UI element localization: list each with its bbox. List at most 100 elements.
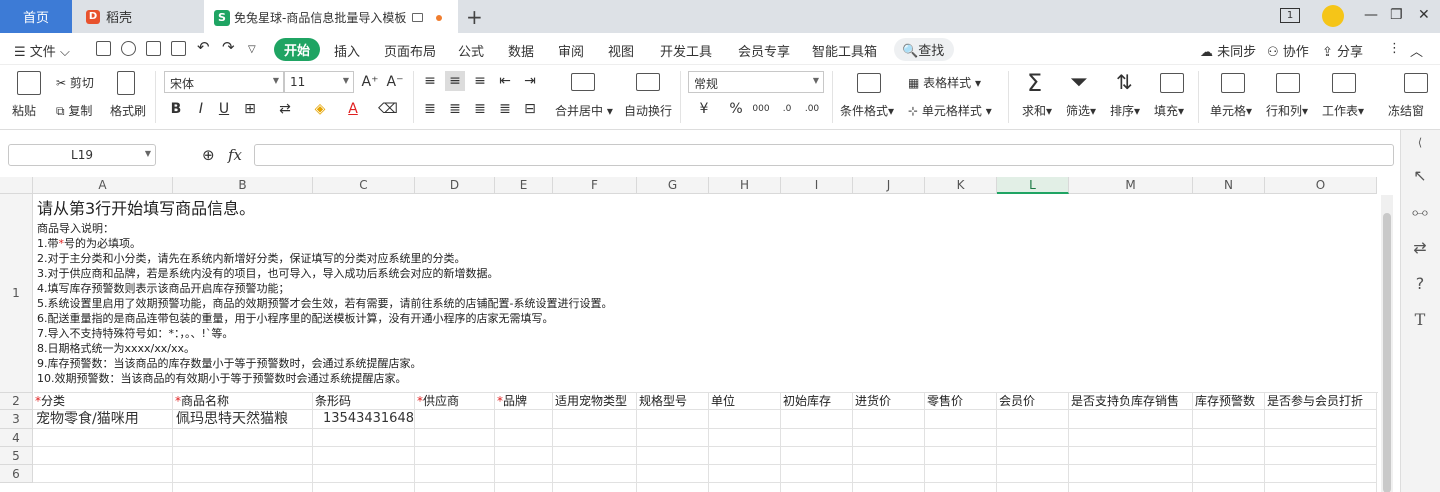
align-center-icon[interactable]: ≣ — [445, 99, 465, 119]
collapse-panel-icon[interactable]: ⟨ — [1411, 136, 1429, 154]
sum-icon[interactable]: Σ — [1027, 69, 1042, 97]
cell-A3[interactable]: 宠物零食/猫咪用 — [33, 410, 173, 429]
cell-K4[interactable] — [925, 429, 997, 447]
cell-O4[interactable] — [1265, 429, 1377, 447]
cell-O5[interactable] — [1265, 447, 1377, 465]
table-style-button[interactable]: ▦ 表格样式 ▾ — [908, 74, 981, 91]
row-col-icon[interactable] — [1276, 73, 1300, 93]
font-size-select[interactable]: 11 ▼ — [284, 71, 354, 93]
cell-J3[interactable] — [853, 410, 925, 429]
cell-J7[interactable] — [853, 483, 925, 492]
name-box[interactable]: L19 ▼ — [8, 144, 156, 166]
increase-indent-icon[interactable]: ⇥ — [520, 71, 540, 91]
menu-view[interactable]: 视图 — [608, 41, 634, 60]
cell-B6[interactable] — [173, 465, 313, 483]
cell-E4[interactable] — [495, 429, 553, 447]
header-cell-K[interactable]: 零售价 — [925, 393, 997, 410]
cell-M4[interactable] — [1069, 429, 1193, 447]
distribute-icon[interactable]: ⊟ — [520, 99, 540, 119]
cell-I7[interactable] — [781, 483, 853, 492]
cell-M6[interactable] — [1069, 465, 1193, 483]
more-icon[interactable]: ⋮ — [1388, 41, 1401, 56]
col-header-I[interactable]: I — [781, 177, 853, 194]
header-cell-G[interactable]: 规格型号 — [637, 393, 709, 410]
cell-B4[interactable] — [173, 429, 313, 447]
row-col-button[interactable]: 行和列▾ — [1266, 102, 1308, 119]
search-button[interactable]: 🔍查找 — [894, 38, 955, 61]
fill-button[interactable]: 填充▾ — [1154, 102, 1184, 119]
redo-icon[interactable]: ↷ — [222, 38, 235, 56]
worksheet-button[interactable]: 工作表▾ — [1322, 102, 1364, 119]
cell-B7[interactable] — [173, 483, 313, 492]
cell-button[interactable]: 单元格▾ — [1210, 102, 1252, 119]
thousands-icon[interactable]: 000 — [751, 99, 771, 119]
share-button[interactable]: ⇪ 分享 — [1322, 41, 1363, 60]
cell-M5[interactable] — [1069, 447, 1193, 465]
align-top-icon[interactable]: ≡ — [420, 71, 440, 91]
cell-B3[interactable]: 佩玛思特天然猫粮 — [173, 410, 313, 429]
cell-D5[interactable] — [415, 447, 495, 465]
cell-A7[interactable] — [33, 483, 173, 492]
sync-status[interactable]: ☁ 未同步 — [1200, 41, 1256, 60]
sum-button[interactable]: 求和▾ — [1022, 102, 1052, 119]
scrollbar-thumb[interactable] — [1383, 213, 1391, 492]
cell-C4[interactable] — [313, 429, 415, 447]
cell-D6[interactable] — [415, 465, 495, 483]
paste-button[interactable]: 粘贴 — [12, 102, 36, 119]
slider-settings-icon[interactable]: ⧟ — [1411, 202, 1429, 221]
restore-button[interactable]: ❐ — [1390, 7, 1403, 23]
header-cell-E[interactable]: *品牌 — [495, 393, 553, 410]
col-header-K[interactable]: K — [925, 177, 997, 194]
header-cell-I[interactable]: 初始库存 — [781, 393, 853, 410]
tab-docer[interactable]: D 稻壳 — [74, 0, 202, 33]
align-right-icon[interactable]: ≣ — [470, 99, 490, 119]
cell-J6[interactable] — [853, 465, 925, 483]
row-header-2[interactable]: 2 — [0, 393, 33, 410]
number-format-select[interactable]: 常规 ▼ — [688, 71, 824, 93]
cell-I3[interactable] — [781, 410, 853, 429]
cell-F4[interactable] — [553, 429, 637, 447]
cell-E6[interactable] — [495, 465, 553, 483]
header-cell-H[interactable]: 单位 — [709, 393, 781, 410]
conditional-format-button[interactable]: 条件格式▾ — [840, 102, 894, 119]
new-tab-button[interactable]: + — [466, 5, 483, 29]
tab-home[interactable]: 首页 — [0, 0, 72, 33]
cell-H3[interactable] — [709, 410, 781, 429]
col-header-M[interactable]: M — [1069, 177, 1193, 194]
menu-insert[interactable]: 插入 — [334, 41, 360, 60]
row-header-5[interactable]: 5 — [0, 447, 33, 465]
cell-C3[interactable]: 13543431648 — [313, 410, 415, 429]
fill-color-icon[interactable]: ◈ — [310, 99, 330, 119]
cell-F7[interactable] — [553, 483, 637, 492]
cell-A5[interactable] — [33, 447, 173, 465]
quick-access-dropdown-icon[interactable]: ▽ — [248, 44, 256, 55]
save-icon[interactable] — [96, 41, 111, 56]
paste-icon[interactable] — [17, 71, 41, 95]
cell-O7[interactable] — [1265, 483, 1377, 492]
freeze-icon[interactable] — [1404, 73, 1428, 93]
col-header-C[interactable]: C — [313, 177, 415, 194]
export-icon[interactable] — [121, 41, 136, 56]
decrease-indent-icon[interactable]: ⇤ — [495, 71, 515, 91]
cell-icon[interactable] — [1221, 73, 1245, 93]
header-cell-D[interactable]: *供应商 — [415, 393, 495, 410]
strikethrough-icon[interactable]: ⇄ — [275, 99, 295, 119]
decrease-font-icon[interactable]: A⁻ — [385, 72, 405, 92]
menu-file[interactable]: ☰ 文件 ⌵ — [14, 41, 70, 60]
justify-icon[interactable]: ≣ — [495, 99, 515, 119]
col-header-G[interactable]: G — [637, 177, 709, 194]
decrease-decimal-icon[interactable]: .00 — [802, 99, 822, 119]
cell-N7[interactable] — [1193, 483, 1265, 492]
header-cell-L[interactable]: 会员价 — [997, 393, 1069, 410]
col-header-E[interactable]: E — [495, 177, 553, 194]
cell-G7[interactable] — [637, 483, 709, 492]
cell-K5[interactable] — [925, 447, 997, 465]
merge-center-icon[interactable] — [571, 73, 595, 91]
col-header-O[interactable]: O — [1265, 177, 1377, 194]
cell-G5[interactable] — [637, 447, 709, 465]
align-left-icon[interactable]: ≣ — [420, 99, 440, 119]
fill-icon[interactable] — [1160, 73, 1184, 93]
col-header-N[interactable]: N — [1193, 177, 1265, 194]
header-cell-N[interactable]: 库存预警数 — [1193, 393, 1265, 410]
col-header-F[interactable]: F — [553, 177, 637, 194]
